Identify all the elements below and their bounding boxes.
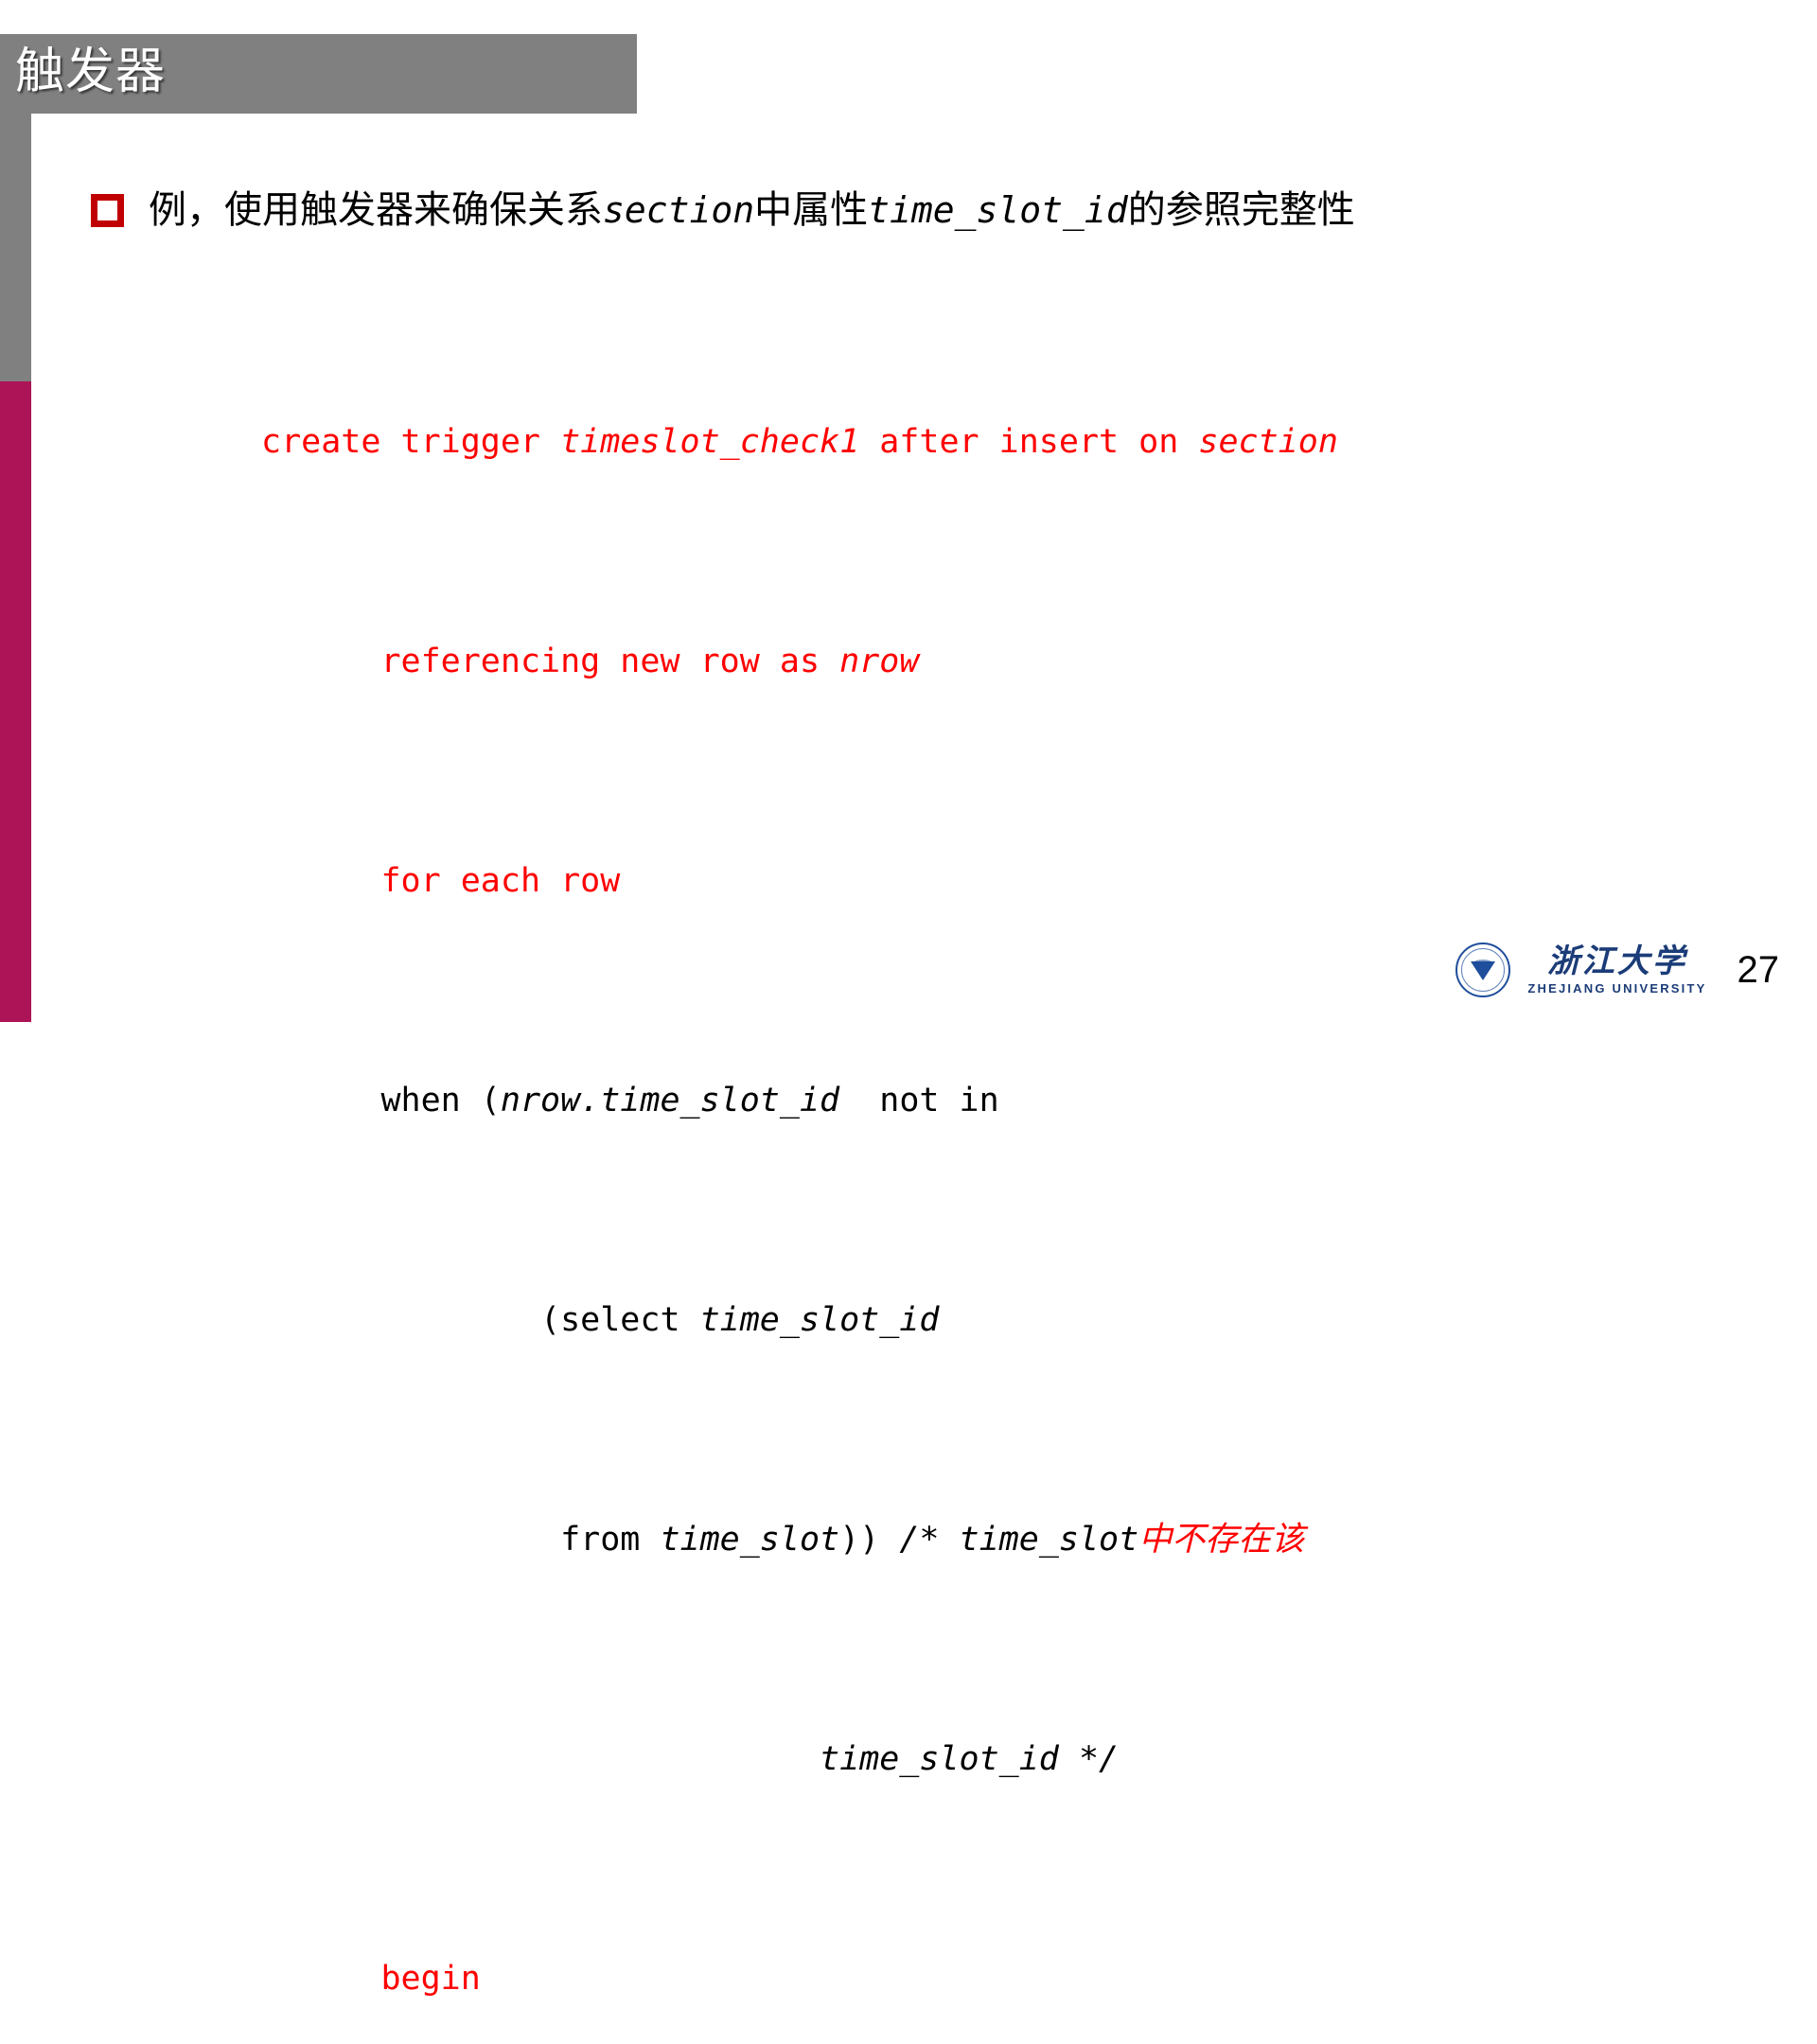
code-token: create trigger (261, 423, 561, 461)
code-line: time_slot_id */ (261, 1732, 1338, 1787)
code-token: )) (839, 1521, 900, 1559)
bullet-part-4: time_slot_id (868, 189, 1128, 231)
code-line: (select time_slot_id (261, 1293, 1338, 1348)
code-token: section (1198, 423, 1338, 461)
code-token: when ( (380, 1082, 501, 1119)
university-name-cn: 浙江大学 (1546, 943, 1687, 980)
code-token: (select (540, 1301, 700, 1339)
code-line: begin (261, 1951, 1338, 2006)
code-token: for each row (380, 862, 621, 900)
code-token: 中不存在该 (1138, 1521, 1305, 1559)
code-token: nrow.time_slot_id (500, 1082, 840, 1119)
code-token: time_slot_id (699, 1301, 940, 1339)
code-line: for each row (261, 854, 1338, 908)
code-token: time_slot (660, 1521, 840, 1559)
footer: 浙江大学 ZHEJIANG UNIVERSITY 27 (1455, 943, 1779, 997)
code-token: nrow (839, 643, 920, 680)
bullet-item-label: 例，使用触发器来确保关系section中属性time_slot_id的参照完整性 (149, 185, 1355, 235)
code-line: when (nrow.time_slot_id not in (261, 1073, 1338, 1128)
code-token: referencing new row as (380, 643, 840, 680)
seal-inner-ring (1461, 948, 1506, 992)
code-line: create trigger timeslot_check1 after ins… (261, 414, 1338, 469)
left-accent-strip-crimson (0, 381, 31, 1022)
code-line: from time_slot)) /* time_slot中不存在该 (261, 1512, 1338, 1567)
code-block: create trigger timeslot_check1 after ins… (261, 305, 1338, 2044)
code-token: time_slot_id */ (820, 1740, 1120, 1778)
zhejiang-university-seal-icon (1455, 943, 1511, 997)
slide: 触发器 例，使用触发器来确保关系section中属性time_slot_id的参… (0, 0, 1817, 1998)
code-token: not in (839, 1082, 999, 1119)
university-wordmark: 浙江大学 ZHEJIANG UNIVERSITY (1527, 945, 1706, 995)
code-token: time_slot (959, 1521, 1139, 1559)
page-title: 触发器 (15, 44, 167, 100)
code-token: timeslot_check1 (560, 423, 860, 461)
bullet-item: 例，使用触发器来确保关系section中属性time_slot_id的参照完整性 (91, 185, 1355, 235)
code-token: /* (899, 1521, 960, 1559)
code-token: begin (380, 1960, 481, 1998)
code-line: referencing new row as nrow (261, 634, 1338, 689)
bullet-part-1: 例，使用触发器来确保关系 (149, 188, 603, 232)
square-bullet-icon (91, 193, 124, 227)
page-number: 27 (1737, 948, 1780, 991)
code-token: from (560, 1521, 661, 1559)
university-name-en: ZHEJIANG UNIVERSITY (1527, 981, 1707, 996)
code-token: after insert on (859, 423, 1199, 461)
bullet-part-2: section (603, 189, 755, 231)
bullet-part-3: 中属性 (754, 188, 869, 232)
bullet-part-5: 的参照完整性 (1127, 188, 1355, 232)
